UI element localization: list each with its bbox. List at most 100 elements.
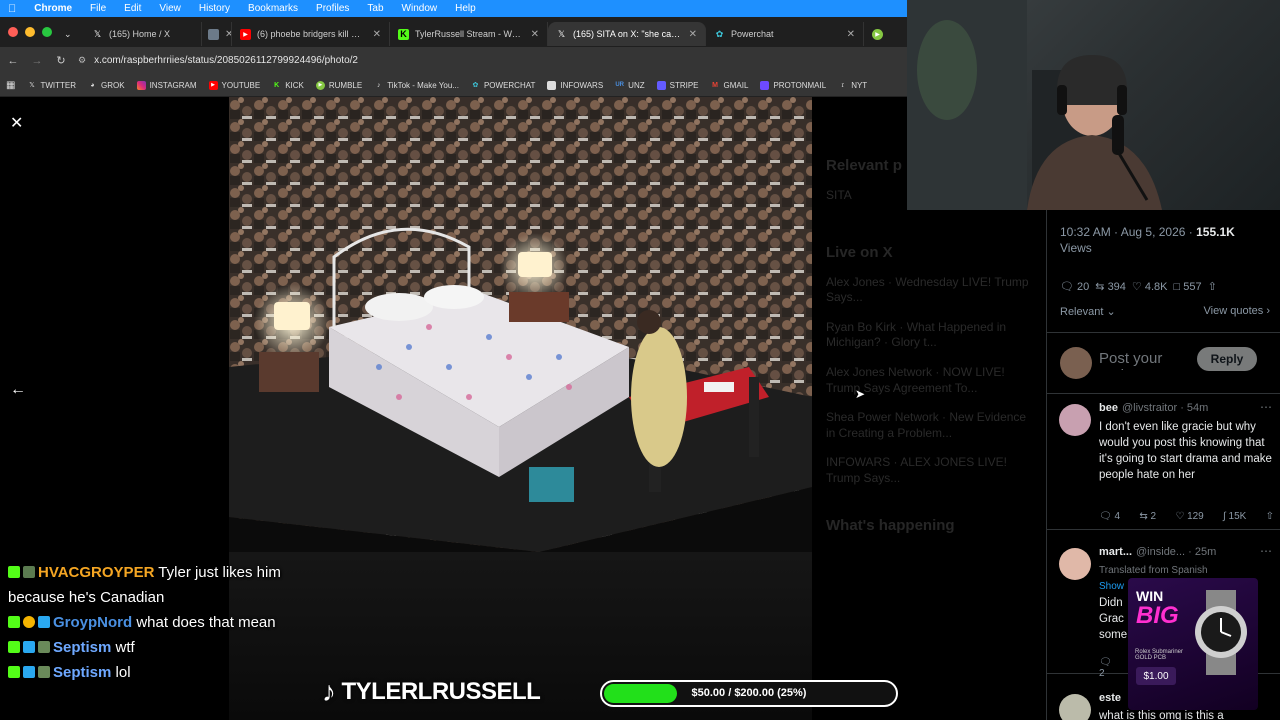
- tweet-timestamp[interactable]: 10:32 AM · Aug 5, 2026 ·: [1060, 225, 1196, 239]
- like-count: 129: [1187, 511, 1204, 522]
- bookmark-instagram[interactable]: INSTAGRAM: [136, 80, 197, 90]
- bookmark-infowars[interactable]: INFOWARS: [547, 80, 603, 90]
- avatar[interactable]: [1059, 404, 1091, 436]
- site-settings-icon[interactable]: ⚙: [78, 55, 86, 66]
- bookmark-label: NYT: [851, 80, 868, 90]
- tab-item-active[interactable]: 𝕏 (165) SITA on X: "she can pre ✕: [548, 22, 706, 46]
- live-item: Ryan Bo Kirk · What Happened in Michigan…: [826, 319, 1007, 350]
- avatar[interactable]: [1059, 694, 1091, 720]
- menu-app-name[interactable]: Chrome: [34, 3, 72, 14]
- close-icon[interactable]: ✕: [10, 113, 23, 133]
- chat-username[interactable]: Septism: [53, 664, 111, 681]
- bookmark-unz[interactable]: UR UNZ: [615, 81, 644, 90]
- bookmark-rumble[interactable]: ▶ RUMBLE: [315, 80, 362, 90]
- bookmark-nyt[interactable]: 𝔯 NYT: [838, 81, 867, 90]
- instagram-icon: [136, 80, 146, 90]
- reply-actions: 🗨 4 ⇆ 2 ♡ 129 ∫ 15K ⇧: [1099, 511, 1274, 522]
- bookmark-stripe[interactable]: STRIPE: [656, 80, 699, 90]
- share-icon[interactable]: ⇧: [1266, 511, 1274, 522]
- bookmark-protonmail[interactable]: PROTONMAIL: [760, 80, 826, 90]
- chat-message: Septism wtf: [8, 635, 298, 660]
- view-quotes-link[interactable]: View quotes ›: [1204, 305, 1270, 318]
- close-icon[interactable]: ✕: [689, 29, 697, 40]
- live-item: Shea Power Network · New Evidence in Cre…: [826, 410, 1027, 440]
- more-icon[interactable]: ⋯: [1260, 544, 1272, 558]
- tab-item[interactable]: 𝕏 (165) Home / X: [84, 22, 202, 46]
- share-icon[interactable]: ⇧: [1208, 280, 1217, 293]
- reply-count: 2: [1099, 668, 1105, 679]
- reply-input[interactable]: Post your reply: [1099, 350, 1194, 370]
- close-icon[interactable]: ✕: [225, 29, 231, 40]
- reply-action[interactable]: 🗨 4: [1099, 511, 1120, 522]
- ad-product: Rolex Submariner GOLD PCB: [1135, 649, 1195, 661]
- more-icon[interactable]: ⋯: [1260, 400, 1272, 414]
- tab-title: (165) Home / X: [109, 29, 171, 39]
- reply-action[interactable]: 🗨 2: [1099, 657, 1119, 679]
- x-icon: 𝕏: [557, 28, 566, 39]
- reply-action[interactable]: 🗨 20: [1060, 280, 1089, 293]
- like-action[interactable]: ♡ 4.8K: [1132, 280, 1168, 293]
- tab-item[interactable]: ✿ Powerchat ✕: [706, 22, 864, 46]
- reply-item[interactable]: bee @livstraitor · 54m ⋯ I don't even lik…: [1047, 396, 1280, 530]
- sponsor-ad[interactable]: WIN BIG Rolex Submariner GOLD PCB $1.00: [1128, 578, 1258, 710]
- bookmark-grok[interactable]: ◕ GROK: [88, 80, 125, 90]
- apps-grid-icon[interactable]: ▦: [6, 80, 15, 91]
- tab-item[interactable]: ✕: [202, 22, 232, 46]
- menu-window[interactable]: Window: [402, 3, 438, 14]
- reply-handle: @livstraitor · 54m: [1121, 402, 1209, 414]
- menu-profiles[interactable]: Profiles: [316, 3, 349, 14]
- menu-edit[interactable]: Edit: [124, 3, 141, 14]
- bookmark-kick[interactable]: K KICK: [272, 81, 304, 90]
- zoom-window-button[interactable]: [42, 27, 52, 37]
- streamer-brand: ♪ TYLERLRUSSELL: [322, 676, 541, 708]
- avatar[interactable]: [1059, 548, 1091, 580]
- reply-author[interactable]: este: [1099, 692, 1121, 704]
- previous-arrow-icon[interactable]: ←: [10, 381, 26, 399]
- chat-text: wtf: [111, 639, 135, 656]
- menu-tab[interactable]: Tab: [367, 3, 383, 14]
- minimize-window-button[interactable]: [25, 27, 35, 37]
- url-field[interactable]: ⚙ x.com/raspberhrriies/status/2085026112…: [78, 55, 358, 66]
- menu-file[interactable]: File: [90, 3, 106, 14]
- close-window-button[interactable]: [8, 27, 18, 37]
- bookmark-powerchat[interactable]: ✿ POWERCHAT: [471, 81, 536, 90]
- menu-view[interactable]: View: [159, 3, 181, 14]
- tweet-photo[interactable]: [229, 97, 812, 552]
- menu-bookmarks[interactable]: Bookmarks: [248, 3, 298, 14]
- reply-author[interactable]: mart...: [1099, 546, 1132, 558]
- reply-author[interactable]: bee: [1099, 402, 1118, 414]
- close-icon[interactable]: ✕: [373, 29, 381, 40]
- close-icon[interactable]: ✕: [847, 29, 855, 40]
- repost-action[interactable]: ⇆ 2: [1139, 511, 1156, 522]
- tab-item[interactable]: K TylerRussell Stream - Watch L ✕: [390, 22, 548, 46]
- menu-history[interactable]: History: [199, 3, 230, 14]
- youtube-icon: ▶: [240, 28, 251, 40]
- reply-button[interactable]: Reply: [1197, 347, 1257, 371]
- like-action[interactable]: ♡ 129: [1175, 511, 1203, 522]
- apple-icon[interactable]: : [8, 3, 16, 15]
- bookmark-gmail[interactable]: M GMAIL: [711, 81, 748, 90]
- menu-help[interactable]: Help: [455, 3, 476, 14]
- tweet-view-count: 155.1K: [1196, 225, 1235, 239]
- forward-arrow-icon[interactable]: →: [30, 55, 44, 67]
- tab-item[interactable]: ▶ Ne: [864, 22, 894, 46]
- close-icon[interactable]: ✕: [531, 29, 539, 40]
- bookmark-youtube[interactable]: ▶ YOUTUBE: [208, 80, 260, 90]
- chat-username[interactable]: Septism: [53, 639, 111, 656]
- tab-item[interactable]: ▶ (6) phoebe bridgers kill me - ✕: [232, 22, 390, 46]
- kick-icon: K: [398, 28, 409, 40]
- back-arrow-icon[interactable]: ←: [6, 55, 20, 67]
- bookmark-tiktok[interactable]: ♪ TikTok - Make You...: [374, 81, 459, 90]
- views-action[interactable]: ∫ 15K: [1223, 511, 1246, 522]
- bookmark-label: GROK: [101, 80, 125, 90]
- repost-action[interactable]: ⇆ 394: [1095, 280, 1126, 293]
- chat-username[interactable]: HVACGROYPER: [38, 564, 154, 581]
- bookmark-twitter[interactable]: 𝕏 TWITTER: [27, 81, 76, 90]
- chat-username[interactable]: GroypNord: [53, 614, 132, 631]
- donation-goal-bar: $50.00 / $200.00 (25%): [600, 680, 898, 707]
- powerchat-icon: ✿: [472, 82, 479, 89]
- sort-dropdown[interactable]: Relevant ⌄: [1060, 305, 1116, 318]
- reload-icon[interactable]: ↻: [54, 54, 68, 67]
- tab-search-button[interactable]: ⌄: [60, 22, 84, 46]
- bookmark-action[interactable]: □ 557: [1174, 281, 1202, 293]
